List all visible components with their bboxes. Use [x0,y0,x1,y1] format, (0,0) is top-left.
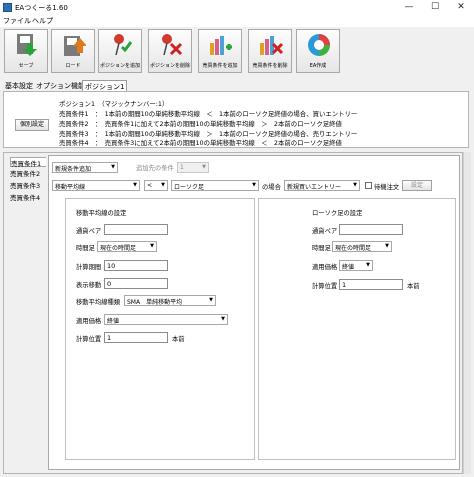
maximize-button[interactable]: ☐ [423,0,447,15]
set-button[interactable]: 設定 [402,180,432,191]
summary-line: ポジション1 （マジックナンバー:1） [59,100,169,108]
ma-period-input[interactable]: 10 [104,260,168,271]
target-condition-label: 追加先の条件 [136,165,174,172]
vertical-scrollbar[interactable] [463,152,471,474]
candle-settings-title: ローソク足の設定 [312,210,363,217]
ma-price-label: 適用価格 [76,318,102,325]
menu-file[interactable]: ファイル [3,16,31,26]
ma-timeframe-label: 時間足 [76,245,95,252]
chevron-down-icon: ▼ [202,164,206,170]
ma-type-select[interactable]: SMA 単純移動平均 ▼ [124,295,216,306]
candle-settings-group [258,198,456,460]
add-condition-icon [210,36,232,55]
position-summary-panel: 個別設定 ポジション1 （マジックナンバー:1） 売買条件1 ： 1本前の期間1… [3,91,469,148]
tab-options[interactable]: オプション機能 [34,80,87,91]
summary-line: 売買条件4 ： 売買条件3に加えて2本前の期間10の単純移動平均線 ＜ 2本前の… [59,139,342,147]
candle-currency-label: 通貨ペア [312,228,338,235]
condition-mode-select[interactable]: 新規条件追加 ▼ [52,162,118,173]
chevron-down-icon: ▼ [161,182,165,188]
chevron-down-icon: ▼ [252,182,256,188]
ma-timeframe-select[interactable]: 現在の時間足 ▼ [97,241,157,252]
candle-position-label: 計算位置 [312,283,338,290]
tab-basic-settings[interactable]: 基本設定 [3,80,35,91]
menu-help[interactable]: ヘルプ [32,16,53,26]
add-condition-button[interactable]: 売買条件を追加 [198,29,242,73]
ma-shift-input[interactable]: 0 [104,278,168,289]
create-ea-icon [308,34,330,56]
operator-select[interactable]: < ▼ [144,180,168,191]
menu-bar: ファイル ヘルプ [0,15,474,27]
condition-tab-1[interactable]: 売買条件1 [10,157,46,168]
target-condition-select[interactable]: 1 ▼ [177,162,209,173]
ma-period-label: 計算期間 [76,264,102,271]
chevron-down-icon: ▼ [385,243,389,249]
ma-currency-label: 通貨ペア [76,228,102,235]
chevron-down-icon: ▼ [353,182,357,188]
moving-average-settings-title: 移動平均線の設定 [76,210,127,217]
candle-position-suffix: 本前 [407,283,420,290]
chevron-down-icon: ▼ [221,316,225,322]
close-button[interactable]: ✕ [449,0,473,15]
save-button[interactable]: セーブ [4,29,48,73]
title-bar: EAつくーる1.60 — ☐ ✕ [0,0,474,15]
add-position-icon [114,34,133,56]
ma-type-label: 移動平均線種類 [76,299,121,306]
entry-action-select[interactable]: 新規買いエントリー ▼ [284,180,360,191]
candle-position-input[interactable]: 1 [339,279,403,290]
summary-line: 売買条件3 ： 1本前の期間10の単純移動平均線 ＞ 1本前のローソク足終値の場… [59,130,358,138]
window-title: EAつくーる1.60 [15,4,68,12]
condition-tab-2[interactable]: 売買条件2 [10,168,46,178]
candle-timeframe-label: 時間足 [312,245,331,252]
ma-currency-input[interactable] [104,224,168,235]
individual-settings-button[interactable]: 個別設定 [15,119,49,131]
left-indicator-select[interactable]: 移動平均線 ▼ [52,180,140,191]
toolbar: セーブ ロード ポジションを追加 ポジションを削除 売買条件を追加 売買条件を削… [0,27,474,77]
right-indicator-select[interactable]: ローソク足 ▼ [171,180,259,191]
pending-order-label: 待機注文 [374,184,400,191]
create-ea-button[interactable]: EA作成 [296,29,340,73]
ma-position-input[interactable]: 1 [104,332,168,343]
delete-position-icon [162,34,183,56]
add-position-button[interactable]: ポジションを追加 [98,29,142,73]
summary-line: 売買条件2 ： 売買条件1に加えて2本前の期間10の単純移動平均線 ＞ 2本前の… [59,120,342,128]
chevron-down-icon: ▼ [209,297,213,303]
candle-timeframe-select[interactable]: 現在の時間足 ▼ [332,241,392,252]
candle-price-label: 適用価格 [312,264,338,271]
condition-suffix-label: の場合 [262,184,281,191]
tab-position-1[interactable]: ポジション1 [82,80,128,91]
ma-position-label: 計算位置 [76,336,102,343]
ma-price-select[interactable]: 終値 ▼ [104,314,228,325]
summary-line: 売買条件1 ： 1本前の期間10の単純移動平均線 ＜ 1本前のローソク足終値の場… [59,110,358,118]
ma-position-suffix: 本前 [172,336,185,343]
candle-currency-input[interactable] [339,224,403,235]
condition-tab-4[interactable]: 売買条件4 [10,192,46,202]
candle-price-select[interactable]: 終値 ▼ [339,260,373,271]
pending-order-checkbox[interactable] [365,182,372,189]
ma-shift-label: 表示移動 [76,282,102,289]
minimize-button[interactable]: — [397,0,421,15]
delete-position-button[interactable]: ポジションを削除 [148,29,192,73]
app-icon [3,3,12,12]
load-icon [64,36,86,56]
delete-condition-button[interactable]: 売買条件を削除 [248,29,292,73]
load-button[interactable]: ロード [51,29,95,73]
delete-condition-icon [260,36,283,55]
condition-tab-3[interactable]: 売買条件3 [10,180,46,190]
save-icon [17,34,37,56]
chevron-down-icon: ▼ [366,262,370,268]
moving-average-settings-group [65,198,255,460]
chevron-down-icon: ▼ [111,164,115,170]
chevron-down-icon: ▼ [133,182,137,188]
chevron-down-icon: ▼ [150,243,154,249]
